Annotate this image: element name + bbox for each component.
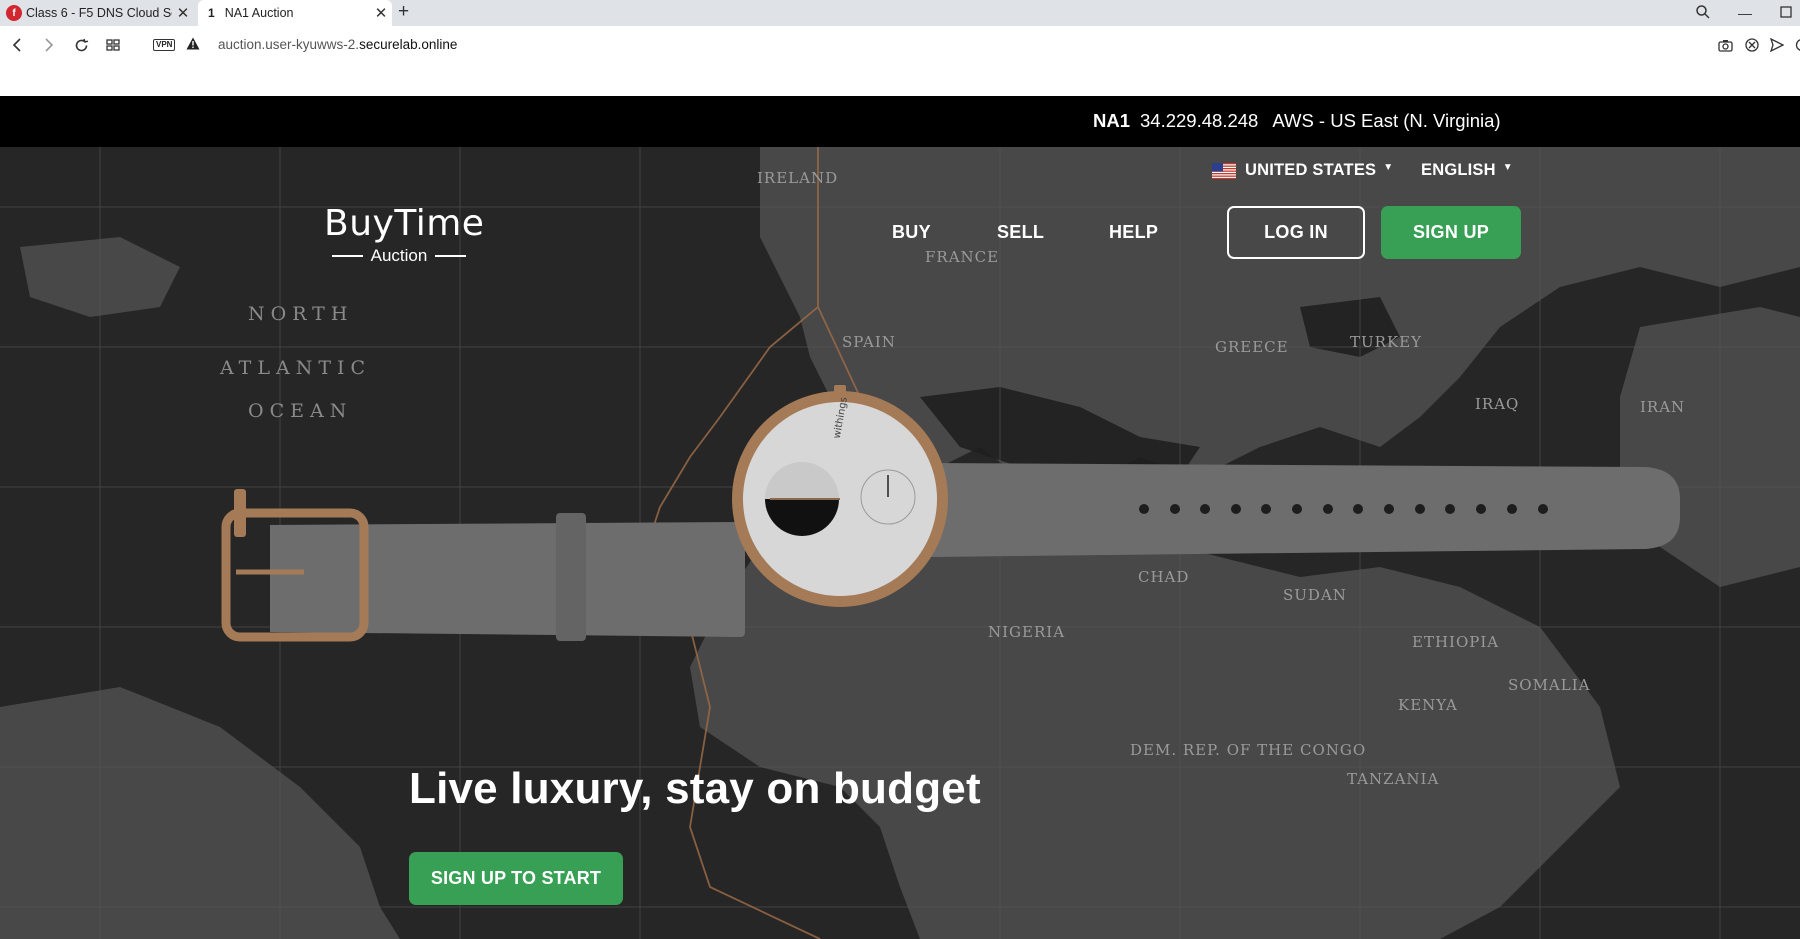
site-logo[interactable]: BuyTime Auction	[324, 203, 485, 266]
hero-headline: Live luxury, stay on budget	[409, 764, 981, 813]
map-label: SOMALIA	[1508, 676, 1590, 694]
hero-section: NORTH ATLANTIC OCEAN IRELAND SPAIN FRANC…	[0, 147, 1800, 939]
nav-help[interactable]: HELP	[1109, 222, 1158, 243]
language-label: ENGLISH	[1421, 161, 1496, 179]
caret-down-icon: ▼	[1502, 162, 1513, 173]
tabs-grid-icon[interactable]	[101, 33, 125, 57]
brand-subtitle: Auction	[370, 246, 428, 265]
brand-name: BuyTime	[324, 203, 485, 244]
divider	[435, 255, 466, 257]
close-icon[interactable]: ✕	[172, 4, 194, 22]
map-label: IRAN	[1640, 398, 1685, 416]
vpn-badge[interactable]: VPN	[153, 39, 176, 51]
us-flag-icon	[1212, 162, 1236, 179]
brand-subtitle-row: Auction	[324, 246, 474, 266]
warning-icon[interactable]	[186, 37, 200, 55]
map-label: SPAIN	[842, 333, 896, 351]
nav-sell[interactable]: SELL	[997, 222, 1044, 243]
new-tab-button[interactable]: +	[398, 1, 409, 23]
url-field[interactable]: auction.user-kyuwws-2.securelab.online	[218, 37, 457, 52]
map-label: DEM. REP. OF THE CONGO	[1130, 741, 1366, 759]
region-info-bar: NA1 34.229.48.248 AWS - US East (N. Virgin…	[0, 96, 1800, 147]
divider	[332, 255, 363, 257]
block-icon[interactable]	[1742, 35, 1762, 55]
world-map-background: NORTH ATLANTIC OCEAN IRELAND SPAIN FRANC…	[0, 147, 1800, 939]
back-icon[interactable]	[5, 33, 29, 57]
search-icon[interactable]	[1696, 4, 1710, 22]
map-label: GREECE	[1215, 338, 1289, 356]
close-icon[interactable]: ✕	[370, 4, 392, 22]
map-label: SUDAN	[1283, 586, 1347, 604]
map-label: NIGERIA	[988, 623, 1065, 641]
language-selector[interactable]: ENGLISH ▼	[1421, 161, 1513, 180]
map-label: IRAQ	[1475, 395, 1519, 413]
map-label: KENYA	[1398, 696, 1458, 714]
nav-buy[interactable]: BUY	[892, 222, 931, 243]
region-pop: NA1	[1093, 110, 1131, 131]
map-label: TURKEY	[1350, 333, 1422, 351]
tab-number: 1	[208, 6, 215, 20]
map-label: TANZANIA	[1347, 770, 1439, 788]
region-ip: 34.229.48.248	[1140, 110, 1259, 131]
map-label: OCEAN	[248, 400, 352, 422]
f5-favicon-icon: f	[6, 5, 22, 21]
map-label: ETHIOPIA	[1412, 633, 1499, 651]
send-icon[interactable]	[1767, 35, 1787, 55]
country-label: UNITED STATES	[1245, 161, 1377, 179]
forward-icon[interactable]	[37, 33, 61, 57]
maximize-icon[interactable]	[1780, 5, 1792, 21]
login-button[interactable]: LOG IN	[1227, 206, 1365, 259]
reload-icon[interactable]	[69, 33, 93, 57]
country-selector[interactable]: UNITED STATES ▼	[1212, 161, 1393, 180]
map-label: ATLANTIC	[219, 357, 371, 379]
extension-icon[interactable]	[1790, 35, 1800, 55]
map-label: FRANCE	[925, 248, 999, 266]
tab-class6[interactable]: f Class 6 - F5 DNS Cloud Ser ✕	[0, 0, 194, 26]
map-label: CHAD	[1138, 568, 1189, 586]
caret-down-icon: ▼	[1383, 162, 1394, 173]
region-location: AWS - US East (N. Virginia)	[1272, 110, 1501, 131]
map-label: NORTH	[248, 303, 353, 325]
tab-na1-auction[interactable]: 1 NA1 Auction ✕	[198, 0, 392, 26]
signup-button[interactable]: SIGN UP	[1381, 206, 1521, 259]
url-prefix: auction.user-kyuwws-2.	[218, 37, 360, 52]
window-controls: —	[1696, 0, 1800, 26]
signup-to-start-button[interactable]: SIGN UP TO START	[409, 852, 623, 905]
url-domain: securelab.online	[359, 37, 458, 52]
map-label: IRELAND	[757, 169, 838, 187]
camera-icon[interactable]	[1715, 35, 1735, 55]
region-info: NA1 34.229.48.248 AWS - US East (N. Virgin…	[1093, 110, 1501, 132]
minimize-icon[interactable]: —	[1738, 5, 1752, 21]
browser-tab-bar: f Class 6 - F5 DNS Cloud Ser ✕ 1 NA1 Auc…	[0, 0, 1800, 26]
tab-title: Class 6 - F5 DNS Cloud Ser	[26, 6, 172, 20]
tab-title: NA1 Auction	[224, 6, 294, 20]
address-bar: VPN auction.user-kyuwws-2.securelab.onli…	[0, 26, 1800, 96]
